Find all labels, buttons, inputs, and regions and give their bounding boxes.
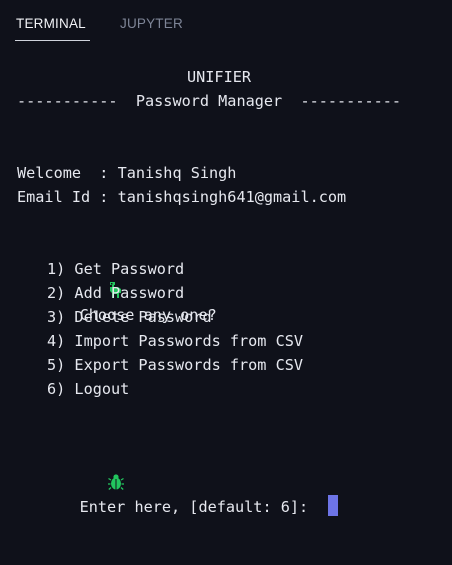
menu-option: 3) Delete Password [47,308,212,326]
menu-option: 5) Export Passwords from CSV [47,356,304,374]
email-line: Email Id : tanishqsingh641@gmail.com [17,188,347,206]
input-prompt: Enter here, [default: 6]: [79,498,309,516]
app-title: UNIFIER [187,68,252,86]
input-prompt-line[interactable]: Enter here, [default: 6]: [17,425,339,516]
bug-icon [54,449,125,490]
choose-prompt-line: Choose any one? [17,233,217,324]
menu-option: 1) Get Password [47,260,185,278]
menu-option: 4) Import Passwords from CSV [47,332,304,350]
app-subtitle: ----------- Password Manager ----------- [17,92,402,110]
terminal-output[interactable]: UNIFIER ----------- Password Manager ---… [17,0,447,516]
menu-option: 6) Logout [47,380,130,398]
text-cursor[interactable] [328,495,339,516]
welcome-line: Welcome : Tanishq Singh [17,164,237,182]
menu-option: 2) Add Password [47,284,185,302]
